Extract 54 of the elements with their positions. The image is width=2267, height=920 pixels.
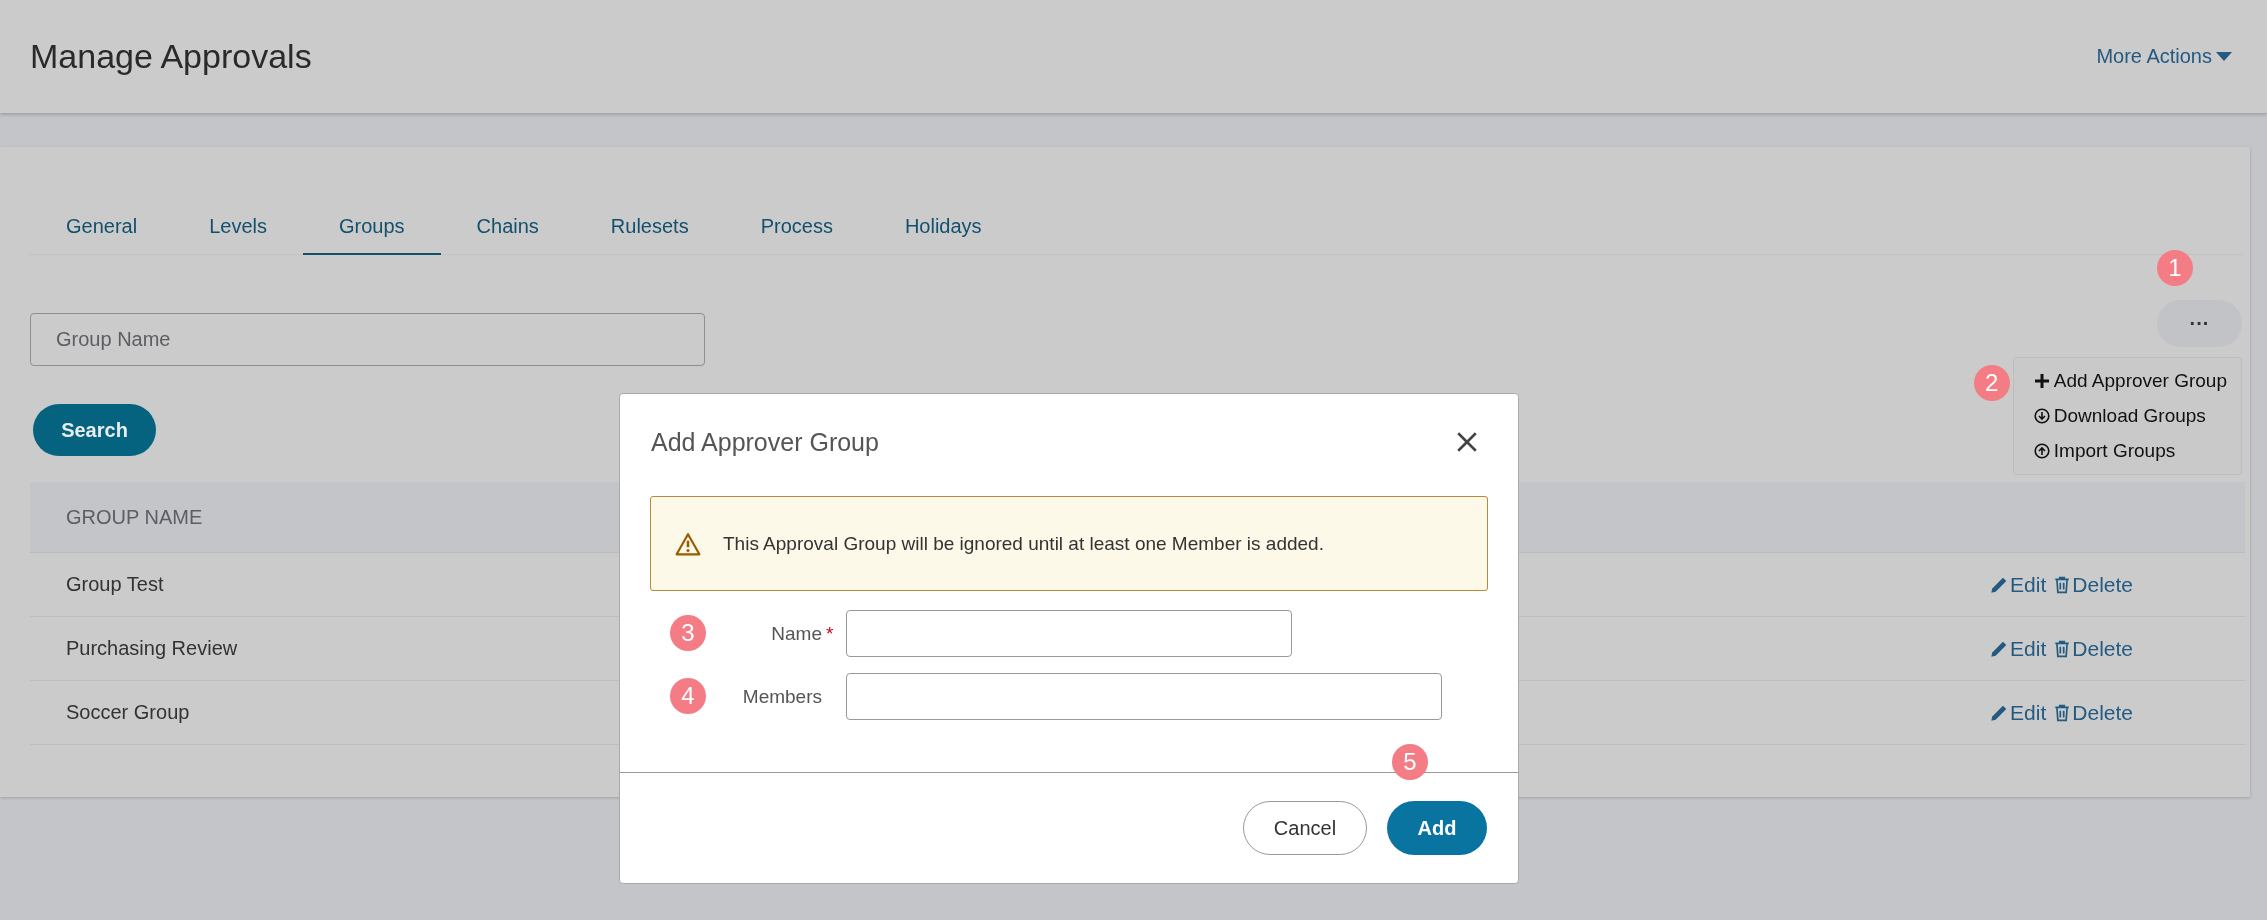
pencil-icon — [1990, 575, 2009, 594]
step-badge: 1 — [2157, 250, 2193, 286]
pencil-icon — [1990, 639, 2009, 658]
tab[interactable]: Levels — [173, 159, 303, 255]
menu-item-label: Download Groups — [2053, 405, 2206, 427]
cancel-button[interactable]: Cancel — [1243, 801, 1367, 855]
more-actions-button[interactable]: More Actions — [2096, 45, 2232, 68]
table-cell: Group Test — [66, 573, 164, 596]
trash-icon — [2054, 639, 2071, 658]
step-badge: 2 — [1973, 365, 2010, 401]
tab[interactable]: Rulesets — [574, 159, 725, 255]
tab[interactable]: General — [30, 159, 174, 255]
pencil-icon — [1990, 703, 2009, 722]
search-field[interactable]: Group Name — [30, 313, 705, 366]
add-button[interactable]: Add — [1387, 801, 1487, 855]
step-badge: 5 — [1392, 744, 1428, 780]
edit-link[interactable]: Edit — [1990, 572, 2047, 597]
page-title: Manage Approvals — [30, 37, 312, 76]
input-field[interactable] — [846, 610, 1292, 657]
tab[interactable]: Process — [724, 159, 869, 255]
warning-icon — [675, 531, 701, 556]
search-button[interactable]: Search — [33, 404, 156, 456]
field-label: Name — [770, 622, 822, 645]
menu-item[interactable]: Download Groups — [2013, 401, 2241, 431]
step-badge: 3 — [670, 615, 706, 651]
delete-link[interactable]: Delete — [2054, 700, 2133, 725]
column-header: GROUP NAME — [66, 505, 203, 529]
field-label: Members — [741, 685, 822, 708]
input-field[interactable] — [846, 673, 1442, 720]
delete-link[interactable]: Delete — [2054, 636, 2133, 661]
delete-link[interactable]: Delete — [2054, 572, 2133, 597]
close-button[interactable] — [1456, 431, 1478, 453]
tab[interactable]: Groups — [302, 159, 441, 255]
more-options-button[interactable]: ··· — [2157, 300, 2242, 347]
dialog-title: Add Approver Group — [651, 427, 879, 457]
menu-item[interactable]: Import Groups — [2013, 436, 2241, 466]
menu-item-label: Import Groups — [2053, 440, 2176, 462]
caret-icon — [2216, 51, 2232, 62]
table-cell: Purchasing Review — [66, 637, 238, 660]
plus-icon — [2033, 373, 2050, 389]
table-cell: Soccer Group — [66, 701, 190, 724]
step-badge: 4 — [670, 678, 706, 714]
edit-link[interactable]: Edit — [1990, 636, 2047, 661]
tab[interactable]: Holidays — [868, 159, 1018, 255]
download-icon — [2033, 408, 2050, 424]
upload-icon — [2033, 443, 2050, 459]
trash-icon — [2054, 703, 2071, 722]
menu-item[interactable]: Add Approver Group — [2013, 366, 2241, 396]
tab[interactable]: Chains — [440, 159, 575, 255]
alert-message: This Approval Group will be ignored until at least one Member is added. — [723, 532, 1324, 555]
required-mark: * — [825, 622, 835, 645]
trash-icon — [2054, 575, 2071, 594]
edit-link[interactable]: Edit — [1990, 700, 2047, 725]
menu-item-label: Add Approver Group — [2053, 370, 2227, 392]
